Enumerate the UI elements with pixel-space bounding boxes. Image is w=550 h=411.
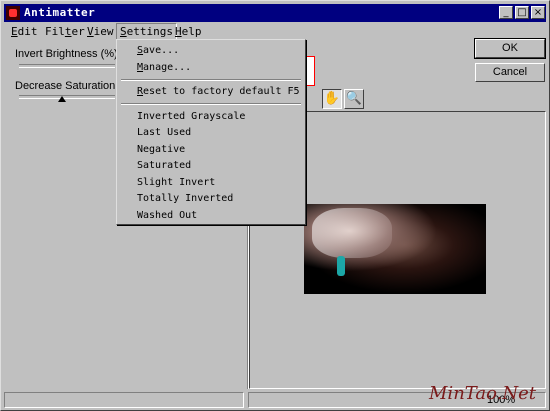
- watermark: MinTao.Net: [429, 383, 536, 404]
- magnifier-icon[interactable]: 🔍: [344, 89, 364, 109]
- menu-item-preset[interactable]: Last Used: [137, 127, 191, 138]
- maximize-button[interactable]: □: [515, 6, 529, 19]
- menu-view[interactable]: View: [84, 23, 117, 40]
- menu-item-preset[interactable]: Washed Out: [137, 210, 197, 221]
- decrease-saturation-label: Decrease Saturation (%: [15, 80, 132, 92]
- invert-brightness-label: Invert Brightness (%): [15, 48, 118, 60]
- menu-item-preset[interactable]: Totally Inverted: [137, 193, 233, 204]
- minimize-button[interactable]: _: [499, 6, 513, 19]
- cancel-button[interactable]: Cancel: [475, 63, 545, 82]
- preview-image: [304, 204, 486, 294]
- app-window: Antimatter _ □ × Edit Filter View Settin…: [0, 0, 550, 411]
- menu-item-preset[interactable]: Inverted Grayscale: [137, 111, 245, 122]
- menu-item-preset[interactable]: Slight Invert: [137, 177, 215, 188]
- menu-separator: [121, 79, 301, 81]
- settings-menu: Save... Manage... Reset to factory defau…: [116, 39, 306, 225]
- decrease-saturation-thumb[interactable]: [58, 96, 66, 102]
- ok-button[interactable]: OK: [474, 38, 546, 59]
- menu-item-reset[interactable]: Reset to factory default F5: [137, 86, 300, 97]
- close-button[interactable]: ×: [531, 6, 545, 19]
- window-title: Antimatter: [24, 6, 96, 19]
- decrease-saturation-slider[interactable]: [19, 95, 115, 99]
- menu-separator: [121, 103, 301, 105]
- app-icon: [6, 6, 20, 20]
- menu-item-preset[interactable]: Negative: [137, 144, 185, 155]
- menu-edit[interactable]: Edit: [8, 23, 41, 40]
- invert-brightness-slider[interactable]: [19, 64, 115, 68]
- status-panel-left: [4, 392, 244, 408]
- menu-item-save[interactable]: Save...: [137, 45, 179, 56]
- menu-item-manage[interactable]: Manage...: [137, 62, 191, 73]
- menu-edit-rest: dit: [17, 25, 38, 38]
- hand-pan-icon[interactable]: ✋: [322, 89, 342, 109]
- title-bar[interactable]: Antimatter _ □ ×: [4, 4, 546, 22]
- preview-image-hair: [312, 208, 392, 258]
- menu-item-preset[interactable]: Saturated: [137, 160, 191, 171]
- menu-filter[interactable]: Filter: [42, 23, 88, 40]
- menu-help[interactable]: Help: [172, 23, 205, 40]
- preview-image-earring: [337, 256, 345, 276]
